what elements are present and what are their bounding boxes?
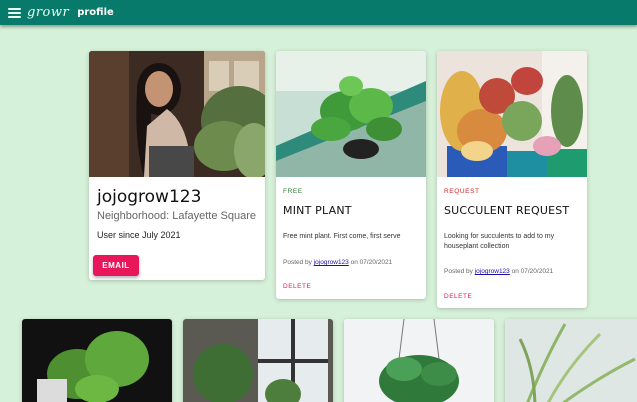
plant-photo [22, 319, 172, 402]
plant-card[interactable] [22, 319, 172, 402]
post-title: SUCCULENT REQUEST [444, 204, 570, 217]
author-link[interactable]: jojogrow123 [475, 268, 510, 275]
email-button[interactable]: EMAIL [93, 255, 139, 276]
profile-photo [89, 51, 265, 177]
succulent-photo [437, 51, 587, 177]
post-description: Free mint plant. First come, first serve [283, 233, 401, 240]
neighborhood: Neighborhood: Lafayette Square [97, 210, 257, 222]
posted-prefix: Posted by [283, 259, 312, 266]
menu-icon[interactable] [8, 7, 21, 18]
mint-plant-photo [276, 51, 426, 177]
post-card-succulent: REQUEST SUCCULENT REQUEST Looking for su… [437, 51, 587, 308]
posted-date: on 07/20/2021 [511, 268, 554, 275]
posted-date: on 07/20/2021 [350, 259, 393, 266]
author-link[interactable]: jojogrow123 [314, 259, 349, 266]
plant-photo [183, 319, 333, 402]
plant-photo [344, 319, 494, 402]
post-card-mint: FREE MINT PLANT Free mint plant. First c… [276, 51, 426, 299]
post-meta: Posted by jojogrow123 on 07/20/2021 [283, 259, 392, 266]
page-title: profile [77, 7, 114, 18]
plant-card[interactable] [183, 319, 333, 402]
brand-logo[interactable]: growr [27, 5, 69, 20]
posted-prefix: Posted by [444, 268, 473, 275]
post-title: MINT PLANT [283, 204, 352, 217]
post-tag: FREE [283, 188, 303, 195]
plant-card[interactable] [344, 319, 494, 402]
delete-button[interactable]: DELETE [444, 293, 472, 300]
member-since: User since July 2021 [97, 230, 181, 240]
plant-card[interactable] [505, 319, 637, 402]
profile-card: jojogrow123 Neighborhood: Lafayette Squa… [89, 51, 265, 280]
post-description: Looking for succulents to add to my hous… [444, 233, 555, 250]
plant-photo [505, 319, 637, 402]
app-bar: growr profile [0, 0, 637, 25]
delete-button[interactable]: DELETE [283, 283, 311, 290]
post-tag: REQUEST [444, 188, 480, 195]
username: jojogrow123 [97, 187, 202, 207]
post-meta: Posted by jojogrow123 on 07/20/2021 [444, 268, 553, 275]
